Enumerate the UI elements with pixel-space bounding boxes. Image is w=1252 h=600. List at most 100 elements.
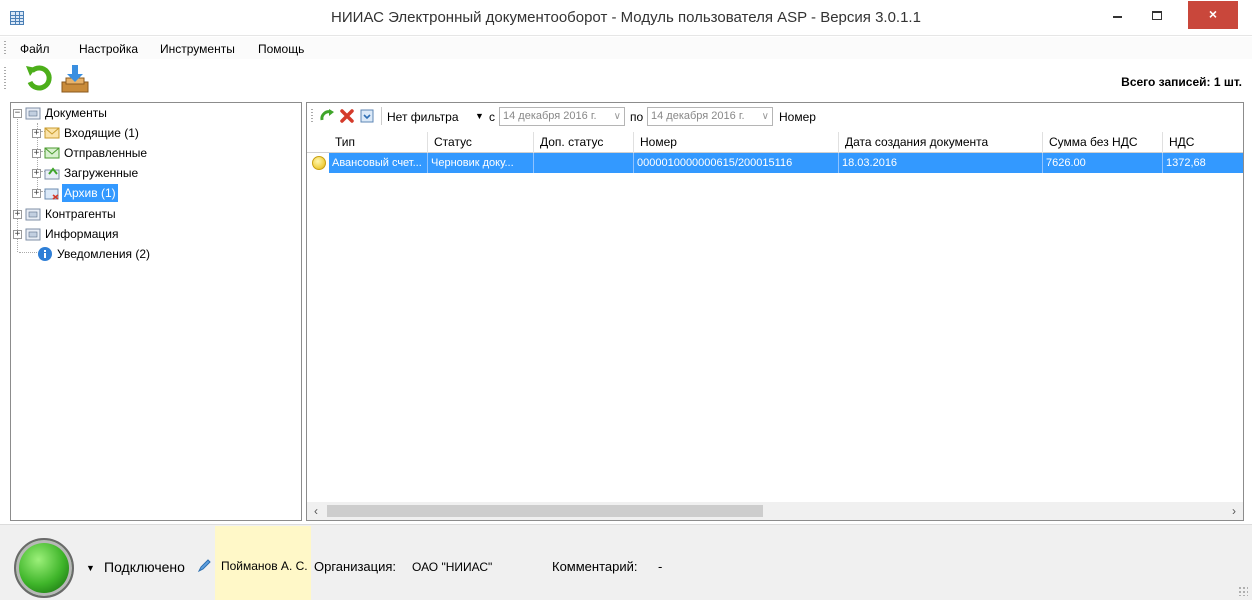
tree-item-label: Контрагенты — [45, 207, 116, 221]
date-from-value: 14 декабря 2016 г. — [503, 110, 597, 122]
total-records-label: Всего записей: 1 шт. — [1121, 75, 1242, 89]
title-bar: НИИАС Электронный документооборот - Моду… — [0, 0, 1252, 36]
column-header-number[interactable]: Номер — [634, 132, 839, 153]
folder-icon — [25, 228, 41, 241]
chevron-down-icon[interactable]: ▼ — [475, 111, 484, 121]
filter-grip — [311, 109, 313, 123]
toolbar-grip — [4, 67, 6, 91]
menu-bar: Файл Настройка Инструменты Помощь — [0, 37, 1252, 59]
menu-help[interactable]: Помощь — [258, 42, 304, 56]
tree-item-documents[interactable]: − Документы — [11, 104, 291, 122]
scroll-left-icon[interactable]: ‹ — [307, 502, 325, 520]
row-header — [307, 153, 329, 173]
connection-status-light-icon[interactable] — [14, 538, 74, 598]
menu-tools[interactable]: Инструменты — [160, 42, 235, 56]
column-header-sum[interactable]: Сумма без НДС — [1043, 132, 1163, 153]
download-button[interactable] — [58, 62, 92, 96]
menu-settings[interactable]: Настройка — [79, 42, 138, 56]
scrollbar-thumb[interactable] — [327, 505, 763, 517]
filter-bar: Нет фильтра ▼ с 14 декабря 2016 г. ∨ по … — [307, 103, 1243, 129]
tree-item-uploaded[interactable]: + Загруженные — [11, 164, 291, 182]
expand-icon[interactable]: + — [32, 189, 41, 198]
info-icon — [38, 247, 52, 261]
chevron-down-icon: ∨ — [761, 111, 769, 122]
current-user-name: Пойманов А. С. — [221, 559, 308, 573]
tree-item-label: Архив (1) — [62, 184, 118, 202]
column-header-vat[interactable]: НДС — [1163, 132, 1243, 153]
table-row[interactable]: Авансовый счет... Черновик доку... 00000… — [307, 153, 1243, 173]
envelope-sent-icon — [44, 147, 60, 159]
cell-type: Авансовый счет... — [329, 153, 428, 173]
scroll-right-icon[interactable]: › — [1225, 502, 1243, 520]
number-filter-label[interactable]: Номер — [779, 110, 816, 124]
column-header-status[interactable]: Статус — [428, 132, 534, 153]
column-header-extra-status[interactable]: Доп. статус — [534, 132, 634, 153]
pen-icon — [197, 559, 211, 573]
connection-status-text: Подключено — [104, 559, 185, 575]
archive-icon — [44, 188, 59, 200]
tree-item-information[interactable]: + Информация — [11, 225, 291, 243]
window-title: НИИАС Электронный документооборот - Моду… — [331, 9, 921, 26]
date-to-label: по — [630, 110, 644, 124]
tree-item-label: Документы — [45, 106, 107, 120]
main-toolbar: Всего записей: 1 шт. — [0, 59, 1252, 99]
resize-grip-icon[interactable] — [1238, 586, 1248, 596]
maximize-icon — [1152, 10, 1162, 20]
filter-select[interactable]: Нет фильтра — [387, 110, 473, 124]
expand-icon[interactable]: + — [32, 129, 41, 138]
chevron-down-icon[interactable]: ▼ — [86, 563, 95, 573]
filter-settings-icon[interactable] — [359, 108, 375, 124]
download-icon — [61, 65, 89, 93]
upload-icon — [44, 167, 60, 180]
menu-file[interactable]: Файл — [20, 42, 50, 56]
apply-filter-icon[interactable] — [319, 108, 335, 124]
tree-item-notifications[interactable]: Уведомления (2) — [11, 245, 291, 263]
tree-item-label: Отправленные — [64, 146, 148, 160]
cell-extra-status — [534, 153, 634, 173]
cell-created: 18.03.2016 — [839, 153, 1043, 173]
cell-number: 0000010000000615/200015116 — [634, 153, 839, 173]
comment-label: Комментарий: — [552, 559, 638, 574]
chevron-down-icon: ∨ — [613, 111, 621, 122]
expand-icon[interactable]: + — [32, 149, 41, 158]
tree-item-label: Информация — [45, 227, 119, 241]
envelope-icon — [44, 127, 60, 139]
cell-sum: 7626.00 — [1043, 153, 1163, 173]
clear-filter-icon[interactable] — [339, 108, 355, 124]
tree-item-label: Загруженные — [64, 166, 139, 180]
date-to-value: 14 декабря 2016 г. — [651, 110, 745, 122]
tree-item-incoming[interactable]: + Входящие (1) — [11, 124, 291, 142]
column-header-type[interactable]: Тип — [329, 132, 428, 153]
expand-icon[interactable]: + — [13, 230, 22, 239]
organization-label: Организация: — [314, 559, 397, 574]
expand-icon[interactable]: + — [32, 169, 41, 178]
folder-icon — [25, 107, 41, 120]
comment-value: - — [658, 559, 663, 574]
navigation-tree[interactable]: − Документы + Входящие (1) + Отправленны… — [10, 102, 302, 521]
close-button[interactable]: × — [1188, 1, 1238, 29]
status-bar: ▼ Подключено Пойманов А. С. Организация:… — [0, 524, 1252, 600]
column-header-created[interactable]: Дата создания документа — [839, 132, 1043, 153]
documents-panel: Нет фильтра ▼ с 14 декабря 2016 г. ∨ по … — [306, 102, 1244, 521]
draft-status-icon — [312, 156, 326, 170]
tree-item-archive[interactable]: + Архив (1) — [11, 184, 291, 202]
date-from-picker[interactable]: 14 декабря 2016 г. ∨ — [499, 107, 625, 126]
date-from-label: с — [489, 110, 495, 124]
grid-header: Тип Статус Доп. статус Номер Дата создан… — [307, 132, 1243, 153]
date-to-picker[interactable]: 14 декабря 2016 г. ∨ — [647, 107, 773, 126]
menu-grip — [4, 41, 6, 55]
refresh-button[interactable] — [22, 62, 56, 96]
tree-item-label: Уведомления (2) — [57, 247, 151, 261]
minimize-button[interactable] — [1100, 1, 1134, 29]
minimize-icon — [1112, 16, 1122, 19]
horizontal-scrollbar[interactable]: ‹ › — [307, 502, 1243, 520]
organization-value: ОАО "НИИАС" — [412, 560, 493, 574]
toolbar-separator — [381, 107, 382, 125]
tree-item-sent[interactable]: + Отправленные — [11, 144, 291, 162]
current-user-box: Пойманов А. С. — [197, 526, 311, 600]
cell-vat: 1372,68 — [1163, 153, 1243, 173]
maximize-button[interactable] — [1140, 1, 1174, 29]
collapse-icon[interactable]: − — [13, 109, 22, 118]
expand-icon[interactable]: + — [13, 210, 22, 219]
tree-item-contractors[interactable]: + Контрагенты — [11, 205, 291, 223]
